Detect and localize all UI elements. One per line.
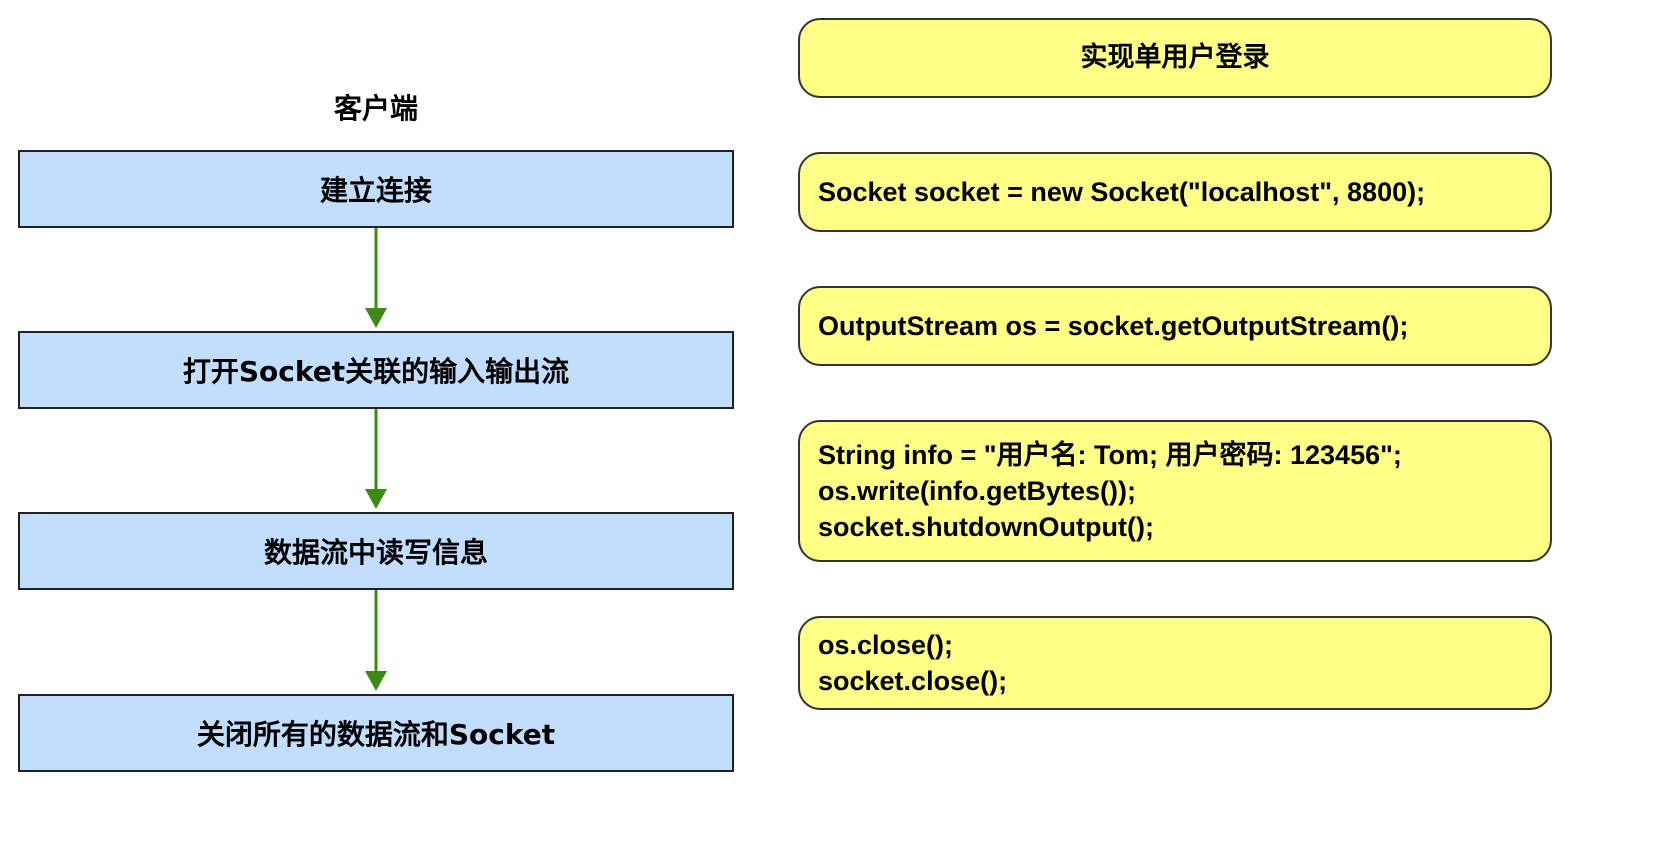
client-title: 客户端 bbox=[333, 92, 418, 125]
code-block-socket-create: Socket socket = new Socket("localhost", … bbox=[798, 152, 1552, 232]
code-panel-title-box: 实现单用户登录 bbox=[798, 18, 1552, 98]
code-line: Socket socket = new Socket("localhost", … bbox=[818, 177, 1426, 207]
code-block-close: os.close(); socket.close(); bbox=[798, 616, 1552, 710]
code-line: String info = "用户名: Tom; 用户密码: 123456"; bbox=[818, 440, 1402, 470]
step-close-resources: 关闭所有的数据流和Socket bbox=[18, 694, 734, 772]
code-panel-title: 实现单用户登录 bbox=[1080, 42, 1270, 73]
code-block-write-info: String info = "用户名: Tom; 用户密码: 123456"; … bbox=[798, 420, 1552, 562]
code-line: os.close(); bbox=[818, 630, 954, 660]
arrow-step2-to-step3 bbox=[365, 409, 387, 509]
step-open-streams: 打开Socket关联的输入输出流 bbox=[18, 331, 734, 409]
code-block-output-stream: OutputStream os = socket.getOutputStream… bbox=[798, 286, 1552, 366]
code-line: socket.shutdownOutput(); bbox=[818, 512, 1154, 542]
arrow-step3-to-step4 bbox=[365, 590, 387, 691]
code-line: os.write(info.getBytes()); bbox=[818, 476, 1137, 506]
step-establish-connection: 建立连接 bbox=[18, 150, 734, 228]
code-line: socket.close(); bbox=[818, 666, 1008, 696]
code-line: OutputStream os = socket.getOutputStream… bbox=[818, 311, 1409, 341]
arrow-step1-to-step2 bbox=[365, 228, 387, 328]
step-read-write-data: 数据流中读写信息 bbox=[18, 512, 734, 590]
